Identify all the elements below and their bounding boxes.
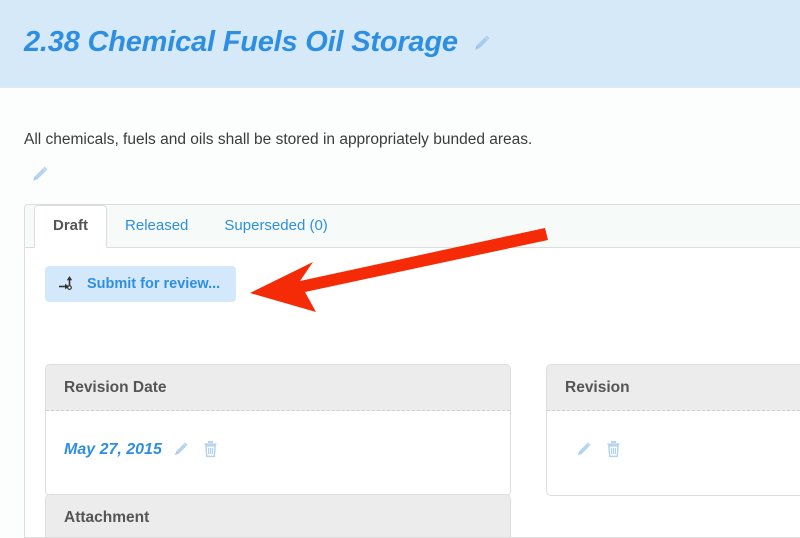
submit-for-review-button[interactable]: Submit for review... bbox=[45, 266, 236, 302]
page-header: 2.38 Chemical Fuels Oil Storage bbox=[0, 0, 800, 88]
cards-row-1: Revision Date May 27, 2015 bbox=[45, 364, 800, 496]
tab-panel-draft: Submit for review... Revision Date May 2… bbox=[24, 248, 800, 538]
tab-area: Draft Released Superseded (0) Submit for… bbox=[24, 204, 800, 534]
title-edit-pencil-icon[interactable] bbox=[472, 33, 492, 53]
submit-for-review-label: Submit for review... bbox=[87, 276, 220, 292]
card-revision: Revision bbox=[546, 364, 800, 496]
card-revision-date-body: May 27, 2015 bbox=[46, 411, 510, 495]
revision-date-value: May 27, 2015 bbox=[64, 441, 162, 459]
revision-date-edit-pencil-icon[interactable] bbox=[172, 440, 192, 460]
tab-draft[interactable]: Draft bbox=[34, 205, 107, 248]
description-edit-pencil-icon[interactable] bbox=[30, 164, 50, 184]
revision-edit-pencil-icon[interactable] bbox=[575, 440, 595, 460]
revision-delete-trash-icon[interactable] bbox=[605, 440, 623, 460]
tab-superseded[interactable]: Superseded (0) bbox=[206, 206, 345, 247]
card-revision-date-header: Revision Date bbox=[46, 365, 510, 411]
card-revision-header: Revision bbox=[547, 365, 800, 411]
workflow-arrow-icon bbox=[58, 275, 77, 293]
description-text: All chemicals, fuels and oils shall be s… bbox=[24, 130, 532, 150]
card-revision-date: Revision Date May 27, 2015 bbox=[45, 364, 511, 496]
page-title: 2.38 Chemical Fuels Oil Storage bbox=[24, 26, 458, 59]
tab-released[interactable]: Released bbox=[107, 206, 206, 247]
card-attachment-header: Attachment bbox=[46, 495, 510, 538]
page-title-row: 2.38 Chemical Fuels Oil Storage bbox=[24, 26, 492, 59]
tab-strip: Draft Released Superseded (0) bbox=[24, 204, 800, 248]
card-revision-body bbox=[547, 411, 800, 495]
card-attachment: Attachment bbox=[45, 494, 511, 538]
revision-date-delete-trash-icon[interactable] bbox=[202, 440, 220, 460]
cards-row-2: Attachment bbox=[45, 494, 511, 538]
